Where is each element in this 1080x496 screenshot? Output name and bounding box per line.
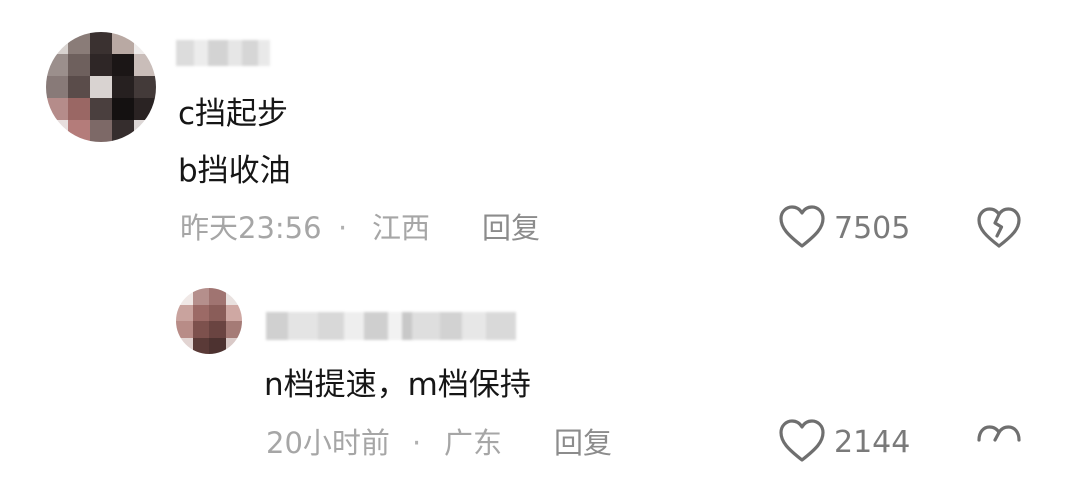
comment-time: 昨天23:56 [180, 211, 322, 245]
reply-username-blurred[interactable] [266, 312, 516, 340]
like-count: 7505 [834, 211, 911, 246]
reply-text: n档提速，m档保持 [264, 367, 531, 403]
user-avatar[interactable] [46, 32, 156, 142]
broken-heart-icon[interactable] [976, 418, 1022, 442]
heart-outline-icon[interactable] [778, 418, 826, 464]
reply-button[interactable]: 回复 [482, 210, 540, 246]
reply-user-avatar[interactable] [176, 288, 242, 354]
reply-location: 广东 [444, 426, 503, 460]
comment-location: 江西 [372, 211, 431, 245]
meta-separator: · [412, 426, 422, 460]
broken-heart-icon[interactable] [976, 206, 1022, 250]
comment-text-line-2: b挡收油 [178, 153, 291, 189]
comment-text-line-1: c挡起步 [178, 96, 289, 132]
reply-like-count: 2144 [834, 425, 911, 460]
heart-outline-icon[interactable] [778, 204, 826, 250]
username-blurred[interactable] [176, 40, 270, 66]
meta-separator: · [338, 211, 348, 245]
reply-reply-button[interactable]: 回复 [554, 425, 612, 461]
reply-time: 20小时前 [266, 426, 390, 460]
